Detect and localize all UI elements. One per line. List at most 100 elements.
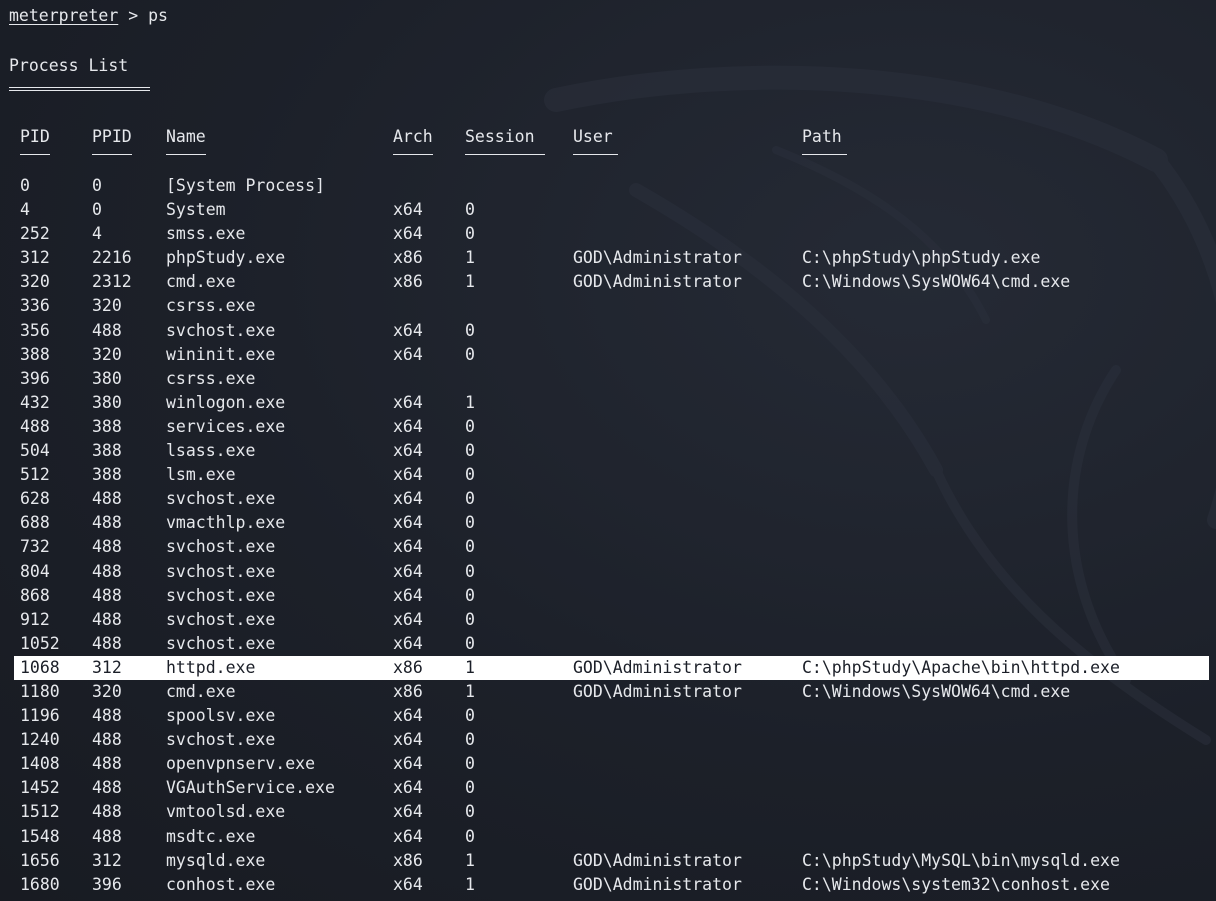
- name-cell: spoolsv.exe: [166, 706, 276, 726]
- arch-cell: x86: [393, 657, 423, 677]
- table-row[interactable]: 432 380 winlogon.exe x64 1: [0, 391, 1216, 415]
- name-cell: mysqld.exe: [166, 850, 266, 870]
- pid-cell: 504: [20, 441, 50, 461]
- arch-cell: x64: [393, 320, 423, 340]
- arch-cell: x64: [393, 633, 423, 653]
- arch-cell: x64: [393, 706, 423, 726]
- arch-cell: x64: [393, 874, 423, 894]
- pid-cell: 1512: [20, 802, 60, 822]
- arch-cell: x86: [393, 850, 423, 870]
- session-cell: 0: [465, 344, 475, 364]
- table-row[interactable]: 1052 488 svchost.exe x64 0: [0, 632, 1216, 656]
- column-header-path: Path: [802, 127, 842, 146]
- table-row[interactable]: 388 320 wininit.exe x64 0: [0, 343, 1216, 367]
- arch-cell: x64: [393, 224, 423, 244]
- user-cell: GOD\Administrator: [573, 248, 742, 268]
- ppid-cell: 320: [92, 296, 122, 316]
- pid-cell: 1240: [20, 730, 60, 750]
- name-cell: lsass.exe: [166, 441, 256, 461]
- table-row[interactable]: 1180 320 cmd.exe x86 1 GOD\Administrator C:\Wi…: [0, 680, 1216, 704]
- table-row[interactable]: 732 488 svchost.exe x64 0: [0, 535, 1216, 559]
- table-row[interactable]: 1680 396 conhost.exe x64 1 GOD\Administrator C…: [0, 873, 1216, 897]
- session-cell: 1: [465, 681, 475, 701]
- table-row[interactable]: 804 488 svchost.exe x64 0: [0, 560, 1216, 584]
- terminal-window[interactable]: meterpreter > ps Process List PID PPID N…: [0, 0, 1216, 901]
- session-cell: 0: [465, 441, 475, 461]
- table-row[interactable]: 1548 488 msdtc.exe x64 0: [0, 825, 1216, 849]
- pid-cell: 1180: [20, 681, 60, 701]
- session-cell: 1: [465, 874, 475, 894]
- pid-cell: 356: [20, 320, 50, 340]
- table-row-selected[interactable]: 1068 312 httpd.exe x86 1 GOD\Administrator C:\…: [0, 655, 1216, 680]
- name-cell: svchost.exe: [166, 585, 276, 605]
- ppid-cell: 2312: [92, 272, 132, 292]
- ppid-cell: 488: [92, 633, 122, 653]
- table-row[interactable]: 1512 488 vmtoolsd.exe x64 0: [0, 800, 1216, 824]
- user-cell: GOD\Administrator: [573, 681, 742, 701]
- prompt-separator: >: [118, 6, 149, 25]
- path-cell: C:\phpStudy\Apache\bin\httpd.exe: [802, 657, 1120, 677]
- table-row[interactable]: 488 388 services.exe x64 0: [0, 415, 1216, 439]
- table-row[interactable]: 868 488 svchost.exe x64 0: [0, 584, 1216, 608]
- table-row[interactable]: 504 388 lsass.exe x64 0: [0, 439, 1216, 463]
- table-row[interactable]: 312 2216 phpStudy.exe x86 1 GOD\Administrator…: [0, 246, 1216, 270]
- table-row[interactable]: 688 488 vmacthlp.exe x64 0: [0, 511, 1216, 535]
- column-header-session: Session: [465, 127, 535, 146]
- table-row[interactable]: 252 4 smss.exe x64 0: [0, 222, 1216, 246]
- user-cell: GOD\Administrator: [573, 874, 742, 894]
- table-row[interactable]: 1196 488 spoolsv.exe x64 0: [0, 704, 1216, 728]
- path-cell: C:\phpStudy\MySQL\bin\mysqld.exe: [802, 850, 1120, 870]
- session-cell: 0: [465, 633, 475, 653]
- table-row[interactable]: 1656 312 mysqld.exe x86 1 GOD\Administrator C:…: [0, 849, 1216, 873]
- name-cell: winlogon.exe: [166, 392, 286, 412]
- table-row[interactable]: 512 388 lsm.exe x64 0: [0, 463, 1216, 487]
- table-row[interactable]: 320 2312 cmd.exe x86 1 GOD\Administrator C:\Wi…: [0, 270, 1216, 294]
- pid-cell: 1548: [20, 826, 60, 846]
- ppid-cell: 488: [92, 320, 122, 340]
- table-row[interactable]: 0 0 [System Process]: [0, 174, 1216, 198]
- session-cell: 0: [465, 826, 475, 846]
- header-underline-arch: [393, 154, 433, 155]
- name-cell: services.exe: [166, 416, 286, 436]
- pid-cell: 252: [20, 224, 50, 244]
- process-list-title: Process List: [9, 56, 129, 75]
- ppid-cell: 312: [92, 850, 122, 870]
- table-row[interactable]: 396 380 csrss.exe: [0, 367, 1216, 391]
- pid-cell: 0: [20, 176, 30, 195]
- ppid-cell: 488: [92, 609, 122, 629]
- pid-cell: 396: [20, 368, 50, 388]
- table-row[interactable]: 628 488 svchost.exe x64 0: [0, 487, 1216, 511]
- path-cell: C:\Windows\SysWOW64\cmd.exe: [802, 681, 1071, 701]
- name-cell: wininit.exe: [166, 344, 276, 364]
- arch-cell: x64: [393, 200, 423, 220]
- table-row[interactable]: 336 320 csrss.exe: [0, 294, 1216, 318]
- table-row[interactable]: 912 488 svchost.exe x64 0: [0, 608, 1216, 632]
- table-row[interactable]: 4 0 System x64 0: [0, 198, 1216, 222]
- table-row[interactable]: 1408 488 openvpnserv.exe x64 0: [0, 752, 1216, 776]
- table-row[interactable]: 1240 488 svchost.exe x64 0: [0, 728, 1216, 752]
- pid-cell: 1068: [20, 657, 60, 677]
- pid-cell: 804: [20, 561, 50, 581]
- ppid-cell: 488: [92, 489, 122, 509]
- pid-cell: 912: [20, 609, 50, 629]
- ppid-cell: 388: [92, 416, 122, 436]
- ppid-cell: 312: [92, 657, 122, 677]
- name-cell: svchost.exe: [166, 633, 276, 653]
- name-cell: csrss.exe: [166, 368, 256, 388]
- name-cell: svchost.exe: [166, 561, 276, 581]
- path-cell: C:\Windows\SysWOW64\cmd.exe: [802, 272, 1071, 292]
- arch-cell: x64: [393, 802, 423, 822]
- name-cell: svchost.exe: [166, 609, 276, 629]
- session-cell: 0: [465, 513, 475, 533]
- column-header-pid: PID: [20, 127, 50, 146]
- column-header-arch: Arch: [393, 127, 433, 146]
- ppid-cell: 380: [92, 368, 122, 388]
- column-header-name: Name: [166, 127, 206, 146]
- name-cell: [System Process]: [166, 176, 325, 195]
- title-double-rule: [9, 87, 150, 91]
- table-row[interactable]: 356 488 svchost.exe x64 0: [0, 319, 1216, 343]
- table-row[interactable]: 1452 488 VGAuthService.exe x64 0: [0, 776, 1216, 800]
- session-cell: 1: [465, 392, 475, 412]
- name-cell: System: [166, 200, 226, 220]
- arch-cell: x64: [393, 392, 423, 412]
